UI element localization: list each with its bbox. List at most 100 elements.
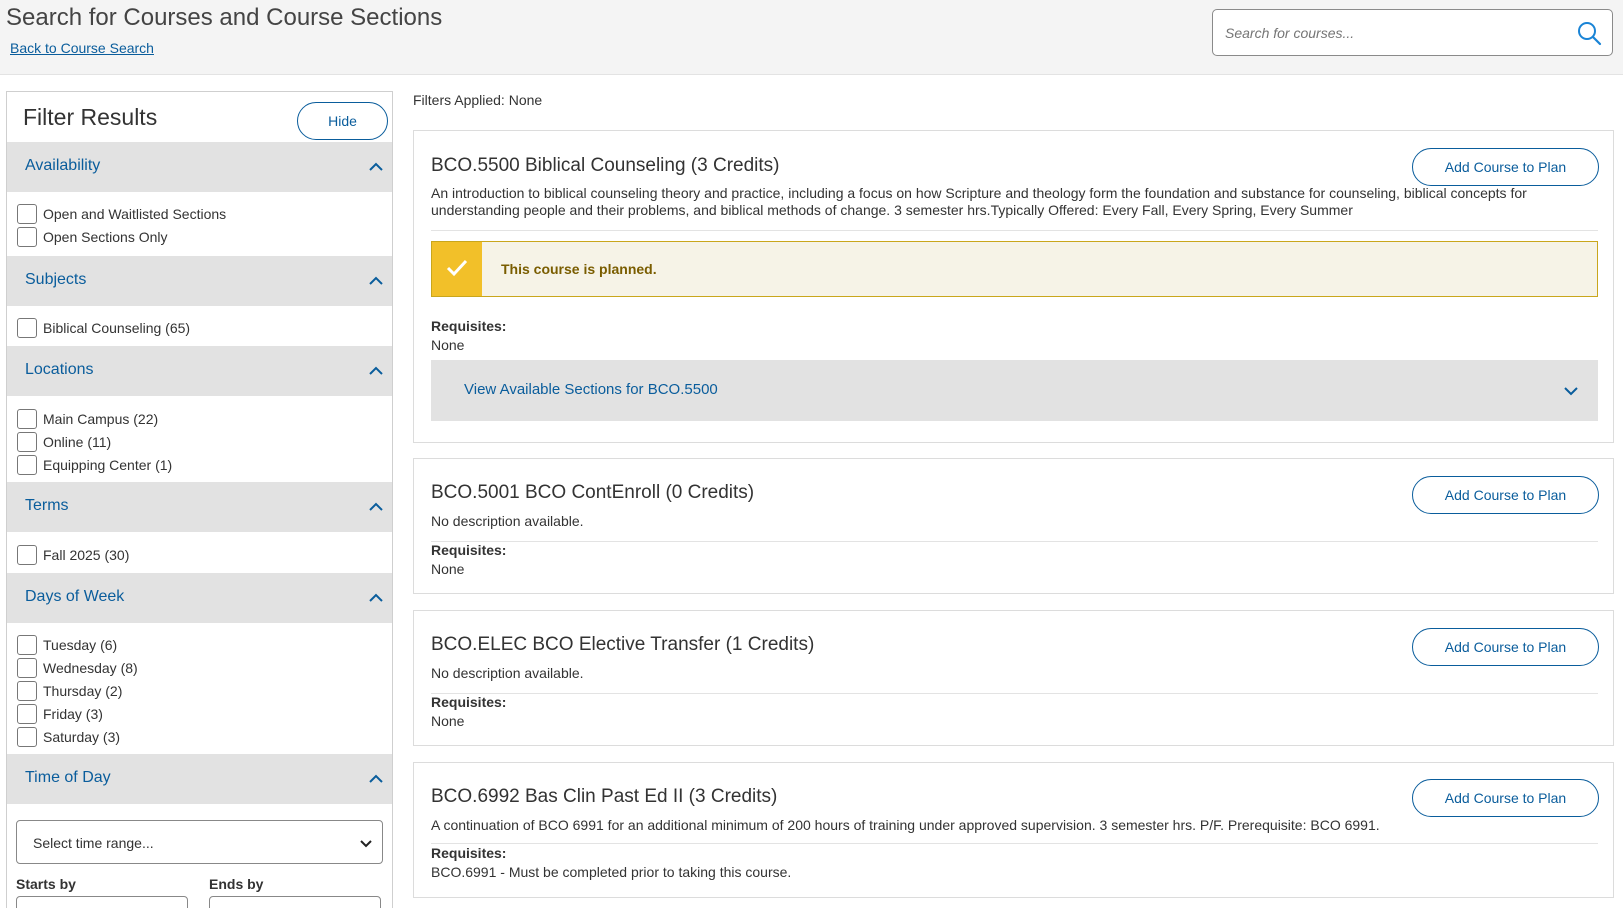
- checkbox[interactable]: [17, 704, 37, 724]
- facet-terms[interactable]: Terms: [7, 482, 392, 532]
- filter-option[interactable]: Main Campus (22): [17, 408, 158, 430]
- checkbox[interactable]: [17, 204, 37, 224]
- course-title: BCO.6992 Bas Clin Past Ed II (3 Credits): [431, 786, 778, 807]
- hide-filters-button[interactable]: Hide: [297, 102, 388, 140]
- option-label: Open Sections Only: [43, 229, 168, 245]
- page-title: Search for Courses and Course Sections: [6, 4, 443, 31]
- filter-option[interactable]: Biblical Counseling (65): [17, 317, 190, 339]
- facet-label: Terms: [25, 497, 69, 514]
- page-header: Search for Courses and Course Sections B…: [0, 0, 1623, 75]
- chevron-up-icon: [369, 162, 383, 171]
- facet-availability[interactable]: Availability: [7, 142, 392, 192]
- option-label: Tuesday (6): [43, 637, 118, 653]
- facet-label: Days of Week: [25, 588, 125, 605]
- filter-option[interactable]: Thursday (2): [17, 680, 122, 702]
- course-description: An introduction to biblical counseling t…: [431, 185, 1527, 218]
- chevron-up-icon: [369, 276, 383, 285]
- filter-results-title: Filter Results: [23, 104, 158, 130]
- add-course-to-plan-button[interactable]: Add Course to Plan: [1412, 148, 1599, 186]
- checkmark-icon: [446, 259, 468, 277]
- filter-option[interactable]: Equipping Center (1): [17, 454, 172, 476]
- chevron-up-icon: [369, 366, 383, 375]
- starts-by-label: Starts by: [16, 876, 76, 892]
- requisites-label: Requisites:: [431, 845, 507, 861]
- filter-option[interactable]: Online (11): [17, 431, 111, 453]
- search-icon[interactable]: [1576, 20, 1602, 46]
- divider: [431, 541, 1598, 542]
- add-course-to-plan-button[interactable]: Add Course to Plan: [1412, 476, 1599, 514]
- requisites-value: None: [431, 713, 465, 729]
- course-title: BCO.ELEC BCO Elective Transfer (1 Credit…: [431, 634, 815, 655]
- option-label: Wednesday (8): [43, 660, 138, 676]
- checkbox[interactable]: [17, 318, 37, 338]
- facet-subjects[interactable]: Subjects: [7, 256, 392, 306]
- facet-label: Availability: [25, 157, 101, 174]
- chevron-up-icon: [369, 502, 383, 511]
- checkbox[interactable]: [17, 681, 37, 701]
- back-to-course-search-link[interactable]: Back to Course Search: [10, 40, 154, 56]
- planned-notice: This course is planned.: [431, 241, 1598, 297]
- checkbox[interactable]: [17, 635, 37, 655]
- add-course-to-plan-button[interactable]: Add Course to Plan: [1412, 779, 1599, 817]
- requisites-value: None: [431, 561, 465, 577]
- course-card: BCO.5500 Biblical Counseling (3 Credits)…: [413, 130, 1614, 443]
- requisites-value: BCO.6991 - Must be completed prior to ta…: [431, 864, 792, 880]
- filter-option[interactable]: Saturday (3): [17, 726, 120, 748]
- starts-by-input[interactable]: [16, 896, 188, 908]
- course-search-box[interactable]: [1212, 9, 1613, 56]
- option-label: Biblical Counseling (65): [43, 320, 191, 336]
- checkbox[interactable]: [17, 432, 37, 452]
- course-title: BCO.5500 Biblical Counseling (3 Credits): [431, 155, 780, 176]
- filter-option[interactable]: Friday (3): [17, 703, 103, 725]
- filter-option[interactable]: Tuesday (6): [17, 634, 117, 656]
- time-range-select[interactable]: Select time range...: [16, 820, 383, 864]
- chevron-down-icon: [1564, 387, 1578, 396]
- checkbox[interactable]: [17, 409, 37, 429]
- add-course-to-plan-button[interactable]: Add Course to Plan: [1412, 628, 1599, 666]
- divider: [431, 693, 1598, 694]
- option-label: Friday (3): [43, 706, 103, 722]
- planned-text: This course is planned.: [501, 261, 657, 277]
- filter-option[interactable]: Open Sections Only: [17, 226, 168, 248]
- planned-marker: [432, 242, 482, 296]
- filter-option[interactable]: Wednesday (8): [17, 657, 138, 679]
- requisites-label: Requisites:: [431, 542, 507, 558]
- course-card: BCO.5001 BCO ContEnroll (0 Credits) Add …: [413, 458, 1614, 594]
- checkbox[interactable]: [17, 545, 37, 565]
- facet-label: Locations: [25, 361, 94, 378]
- ends-by-label: Ends by: [209, 876, 264, 892]
- checkbox[interactable]: [17, 658, 37, 678]
- course-title: BCO.5001 BCO ContEnroll (0 Credits): [431, 482, 755, 503]
- filters-applied-text: Filters Applied: None: [413, 92, 543, 108]
- filter-sidebar: Filter Results Hide Availability Open an…: [6, 91, 393, 908]
- option-label: Fall 2025 (30): [43, 547, 130, 563]
- requisites-label: Requisites:: [431, 318, 507, 334]
- option-label: Saturday (3): [43, 729, 121, 745]
- course-card: BCO.6992 Bas Clin Past Ed II (3 Credits)…: [413, 762, 1614, 898]
- divider: [431, 843, 1598, 844]
- facet-label: Time of Day: [25, 769, 111, 786]
- facet-locations[interactable]: Locations: [7, 346, 392, 396]
- facet-time-of-day[interactable]: Time of Day: [7, 754, 392, 804]
- course-description: A continuation of BCO 6991 for an additi…: [431, 817, 1380, 833]
- divider: [431, 230, 1598, 231]
- checkbox[interactable]: [17, 455, 37, 475]
- checkbox[interactable]: [17, 227, 37, 247]
- requisites-label: Requisites:: [431, 694, 507, 710]
- checkbox[interactable]: [17, 727, 37, 747]
- option-label: Open and Waitlisted Sections: [43, 206, 227, 222]
- requisites-value: None: [431, 337, 465, 353]
- ends-by-input[interactable]: [209, 896, 381, 908]
- facet-days-of-week[interactable]: Days of Week: [7, 573, 392, 623]
- chevron-down-icon: [360, 840, 372, 848]
- course-description: No description available.: [431, 513, 584, 529]
- filter-option[interactable]: Open and Waitlisted Sections: [17, 203, 226, 225]
- chevron-up-icon: [369, 593, 383, 602]
- chevron-up-icon: [369, 774, 383, 783]
- view-sections-toggle[interactable]: View Available Sections for BCO.5500: [431, 360, 1598, 421]
- facet-label: Subjects: [25, 271, 87, 288]
- course-search-input[interactable]: [1225, 20, 1565, 46]
- course-description: No description available.: [431, 665, 584, 681]
- time-range-value: Select time range...: [33, 835, 154, 851]
- filter-option[interactable]: Fall 2025 (30): [17, 544, 129, 566]
